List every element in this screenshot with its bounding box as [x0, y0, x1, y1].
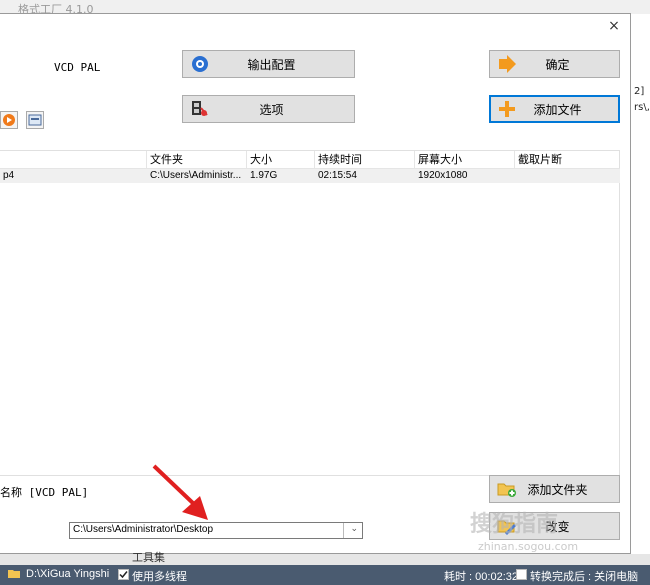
combo-separator [343, 523, 344, 538]
add-folder-button[interactable]: 添加文件夹 [489, 475, 620, 503]
folder-name-label: 名称 [VCD PAL] [0, 486, 89, 499]
close-button[interactable]: × [606, 18, 622, 34]
add-folder-label: 添加文件夹 [527, 482, 588, 497]
film-scissors-icon [189, 99, 211, 119]
multithread-checkbox[interactable] [118, 569, 129, 580]
column-header-duration[interactable]: 持续时间 [315, 151, 415, 169]
background-bottom-strip: 工具集 [0, 551, 650, 565]
output-path-value: C:\Users\Administrator\Desktop [73, 524, 214, 535]
background-text-1: 2] [634, 86, 645, 97]
ok-label: 确定 [545, 57, 570, 72]
column-header-size[interactable]: 大小 [247, 151, 315, 169]
add-file-button[interactable]: 添加文件 [489, 95, 620, 123]
folder-add-icon [496, 479, 518, 499]
output-settings-dialog: × VCD PAL 输出配置 确定 选项 添加文件 文件夹 大小 持续时间 屏幕… [0, 13, 631, 554]
watermark-url: zhinan.sogou.com [478, 540, 579, 553]
chevron-down-icon[interactable]: ⌄ [350, 524, 358, 534]
cell-size: 1.97G [250, 170, 278, 181]
after-done-label: 转换完成后 : 关闭电脑 [530, 571, 639, 583]
cell-clip [515, 169, 620, 183]
folder-icon [8, 568, 21, 582]
options-button[interactable]: 选项 [182, 95, 355, 123]
column-header-name[interactable] [0, 151, 147, 169]
cell-name: p4 [3, 170, 15, 181]
options-label: 选项 [259, 102, 284, 117]
after-done-checkbox[interactable] [516, 569, 527, 580]
output-config-label: 输出配置 [247, 57, 296, 72]
cell-folder: C:\Users\Administr... [150, 170, 242, 181]
status-path: D:\XiGua Yingshi [26, 568, 110, 580]
red-arrow-annotation [152, 464, 208, 520]
output-config-button[interactable]: 输出配置 [182, 50, 355, 78]
cell-screen: 1920x1080 [418, 170, 468, 181]
column-header-screen[interactable]: 屏幕大小 [415, 151, 515, 169]
column-header-folder[interactable]: 文件夹 [147, 151, 247, 169]
cell-duration: 02:15:54 [318, 170, 357, 181]
output-path-select[interactable]: C:\Users\Administrator\Desktop ⌄ [69, 522, 363, 539]
profile-name: VCD PAL [54, 61, 101, 74]
watermark: 搜狗指南 [470, 512, 559, 537]
arrow-right-icon [496, 54, 518, 74]
add-file-label: 添加文件 [533, 102, 582, 117]
play-icon[interactable] [0, 111, 18, 129]
background-bottom-text: 工具集 [132, 551, 165, 564]
background-text-2: rs\, [634, 102, 650, 113]
file-list-table[interactable]: 文件夹 大小 持续时间 屏幕大小 截取片断 p4 C:\Users\Admini… [0, 150, 620, 476]
background-title-bar: 格式工厂 4.1.0 [0, 0, 650, 16]
plus-icon [496, 99, 518, 119]
window-icon[interactable] [26, 111, 44, 129]
table-header: 文件夹 大小 持续时间 屏幕大小 截取片断 [0, 151, 620, 169]
elapsed-time: 耗时 : 00:02:32 [444, 571, 518, 583]
ok-button[interactable]: 确定 [489, 50, 620, 78]
multithread-label: 使用多线程 [132, 571, 187, 583]
background-side-panel: 2] rs\, [630, 14, 650, 554]
column-header-clip[interactable]: 截取片断 [515, 151, 620, 169]
table-row[interactable]: p4 C:\Users\Administr... 1.97G 02:15:54 … [0, 169, 620, 183]
gear-icon [189, 54, 211, 74]
status-bar: D:\XiGua Yingshi 使用多线程 耗时 : 00:02:32 转换完… [0, 565, 650, 585]
